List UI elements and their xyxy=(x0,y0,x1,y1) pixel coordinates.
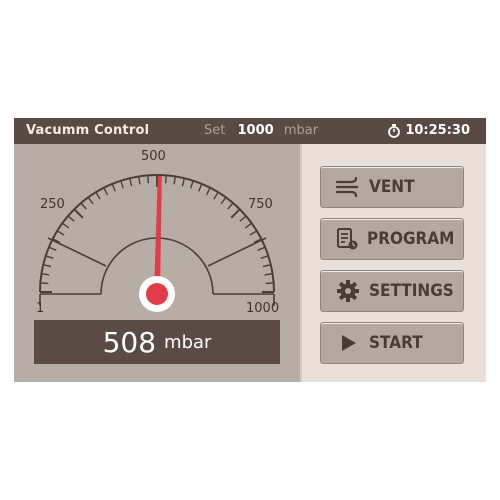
pressure-gauge: 1 250 500 750 1000 xyxy=(36,149,279,316)
vacuum-control-screen: Vacumm Control Set 1000 mbar 10:25:30 1 … xyxy=(14,118,486,382)
gauge-tick xyxy=(61,222,70,229)
gauge-tick xyxy=(265,282,274,285)
gauge-tick xyxy=(257,246,266,251)
clock-time: 10:25:30 xyxy=(405,123,470,138)
gauge-tick xyxy=(45,255,54,259)
pressure-gauge-panel: 1 250 500 750 1000 508 mbar xyxy=(14,144,300,382)
vent-button[interactable]: VENT xyxy=(320,166,464,208)
settings-button[interactable]: SETTINGS xyxy=(320,270,464,312)
gauge-tick xyxy=(213,191,219,200)
program-button[interactable]: PROGRAM xyxy=(320,218,464,260)
gauge-label-250: 250 xyxy=(40,197,65,212)
gauge-tick xyxy=(244,222,253,229)
gauge-tick xyxy=(147,175,150,184)
gauge-tick xyxy=(129,178,133,187)
gauge-label-min: 1 xyxy=(36,301,44,316)
gauge-tick xyxy=(249,230,258,236)
gauge-tick xyxy=(220,196,227,205)
gauge-tick xyxy=(239,215,247,222)
gauge-tick xyxy=(138,176,141,185)
vent-button-label: VENT xyxy=(369,177,415,197)
gauge-label-max: 1000 xyxy=(246,301,279,316)
gauge-tick xyxy=(264,273,273,276)
gauge-tick xyxy=(56,230,65,236)
gauge-tick xyxy=(41,273,50,276)
gauge-tick xyxy=(230,208,241,219)
gauge-tick xyxy=(120,180,124,189)
setpoint-value: 1000 xyxy=(237,123,274,138)
gear-icon xyxy=(335,278,361,304)
pressure-value: 508 xyxy=(102,325,157,359)
setpoint-label: Set xyxy=(204,123,226,138)
program-button-label: PROGRAM xyxy=(367,229,455,249)
gauge-tick xyxy=(95,191,101,200)
setpoint-unit: mbar xyxy=(283,123,319,138)
gauge-tick xyxy=(40,282,49,285)
program-document-icon xyxy=(335,226,359,252)
pressure-readout: 508 mbar xyxy=(34,320,280,364)
app-title: Vacumm Control xyxy=(26,123,150,138)
gauge-tick xyxy=(48,246,57,251)
gauge-tick xyxy=(43,264,52,268)
gauge-tick xyxy=(73,208,84,219)
setpoint-readout[interactable]: Set 1000 mbar xyxy=(204,123,318,138)
gauge-tick xyxy=(103,187,109,196)
gauge-tick xyxy=(111,183,116,192)
gauge-tick xyxy=(198,183,203,192)
gauge-tick xyxy=(181,178,185,187)
gauge-tick xyxy=(262,264,271,268)
play-icon xyxy=(335,330,361,356)
gauge-tick xyxy=(260,255,269,259)
start-button[interactable]: START xyxy=(320,322,464,364)
start-button-label: START xyxy=(369,333,423,353)
gauge-tick xyxy=(190,180,194,189)
timer-display: 10:25:30 xyxy=(387,123,470,138)
gauge-tick xyxy=(205,187,211,196)
needle-hub xyxy=(146,283,168,305)
settings-button-label: SETTINGS xyxy=(368,281,454,301)
gauge-tick xyxy=(173,176,176,185)
status-bar: Vacumm Control Set 1000 mbar 10:25:30 xyxy=(14,118,486,144)
vent-fan-icon xyxy=(335,174,361,200)
gauge-tick xyxy=(227,202,234,210)
gauge-label-750: 750 xyxy=(248,197,273,212)
gauge-zone-line-right xyxy=(207,237,267,267)
gauge-label-500: 500 xyxy=(141,149,166,164)
pressure-unit: mbar xyxy=(164,331,212,353)
control-buttons-panel: VENT PROGRAM SETTINGS START xyxy=(302,144,486,382)
gauge-tick xyxy=(67,215,75,222)
stopwatch-icon xyxy=(388,123,401,138)
gauge-zone-line-left xyxy=(47,237,107,267)
gauge-tick xyxy=(87,196,94,205)
gauge-tick xyxy=(164,175,167,184)
gauge-tick xyxy=(80,202,87,210)
